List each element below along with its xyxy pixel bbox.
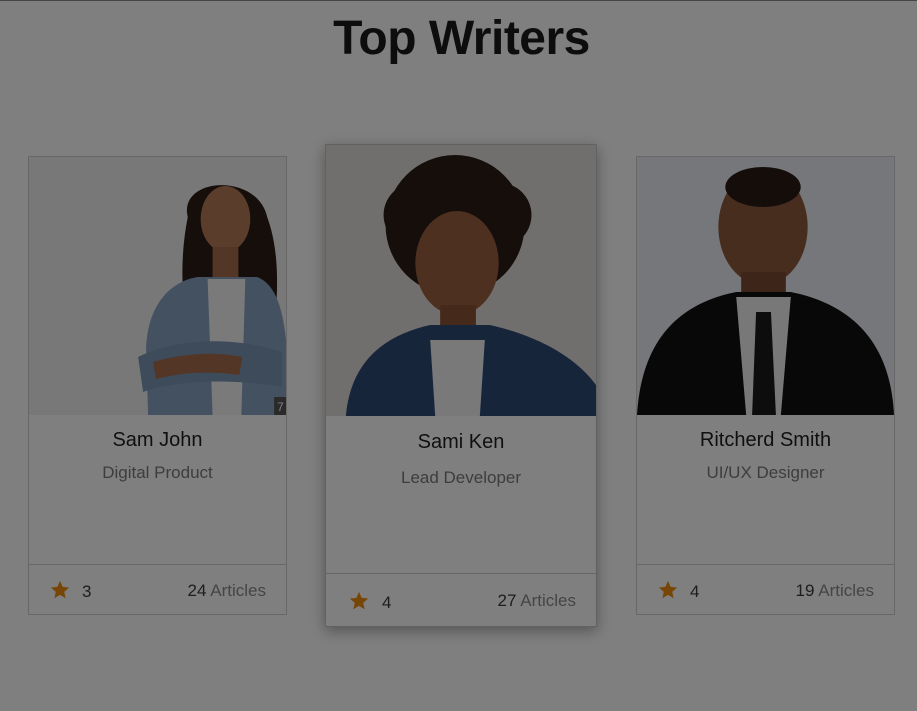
- modal-backdrop-overlay[interactable]: [0, 0, 917, 711]
